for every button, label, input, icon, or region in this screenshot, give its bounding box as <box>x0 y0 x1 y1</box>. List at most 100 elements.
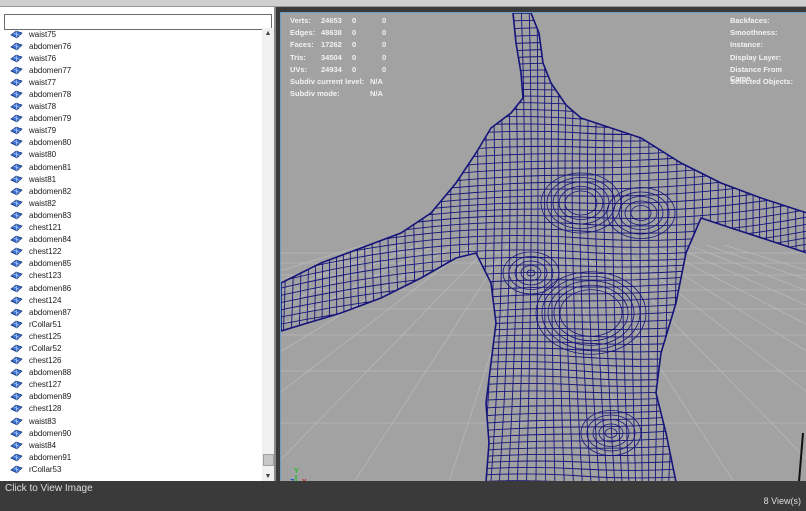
list-item[interactable]: abdomen84 <box>0 234 262 246</box>
list-item[interactable]: chest126 <box>0 355 262 367</box>
hud-stat-selected: 0 <box>352 28 357 38</box>
list-item[interactable]: abdomen77 <box>0 64 262 76</box>
list-item[interactable]: abdomen82 <box>0 185 262 197</box>
list-item-label: chest122 <box>29 247 62 257</box>
mesh-icon <box>10 90 23 99</box>
hud-stat-total: 34504 <box>321 52 342 62</box>
list-item[interactable]: abdomen91 <box>0 451 262 463</box>
list-item[interactable]: abdomen90 <box>0 427 262 439</box>
list-item-label: waist75 <box>29 29 57 39</box>
list-item[interactable]: waist75 <box>0 28 262 40</box>
axis-y-label: Y <box>294 468 299 475</box>
list-item[interactable]: waist79 <box>0 125 262 137</box>
mesh-icon <box>10 126 23 135</box>
list-item[interactable]: chest127 <box>0 379 262 391</box>
list-item-label: waist79 <box>29 126 57 136</box>
list-item[interactable]: waist76 <box>0 52 262 64</box>
list-item[interactable]: waist77 <box>0 76 262 88</box>
list-item[interactable]: abdomen80 <box>0 137 262 149</box>
mesh-icon <box>10 151 23 159</box>
list-item[interactable]: chest121 <box>0 222 262 234</box>
list-item[interactable]: abdomen76 <box>0 40 262 52</box>
list-item-label: abdomen79 <box>29 114 72 124</box>
list-item[interactable]: waist81 <box>0 173 262 185</box>
list-item-label: rCollar52 <box>29 343 62 353</box>
hud-stat-selected: 0 <box>352 52 357 62</box>
scroll-down-arrow-icon[interactable]: ▼ <box>262 471 274 481</box>
subdiv-mode-label: Subdiv mode: <box>290 89 340 99</box>
list-item[interactable]: abdomen88 <box>0 367 262 379</box>
list-item-label: abdomen80 <box>29 138 72 148</box>
list-item-label: abdomen88 <box>29 368 72 378</box>
mesh-icon <box>10 223 23 232</box>
mesh-icon <box>10 356 23 365</box>
list-item-label: abdomen86 <box>29 283 72 293</box>
list-item[interactable]: waist84 <box>0 439 262 451</box>
list-item[interactable]: waist83 <box>0 415 262 427</box>
mesh-icon <box>10 296 23 305</box>
hud-stat-total: 48638 <box>321 28 342 38</box>
list-item[interactable]: abdomen78 <box>0 88 262 100</box>
hud-stat-label: Edges: <box>290 28 316 38</box>
mesh-icon <box>10 344 23 353</box>
list-item[interactable]: waist78 <box>0 101 262 113</box>
hud-stat-extra: 0 <box>382 52 387 62</box>
subdiv-mode-value: N/A <box>370 89 383 99</box>
hud-stat-extra: 0 <box>382 64 387 74</box>
hud-stat-label: Verts: <box>290 16 311 25</box>
list-item[interactable]: chest122 <box>0 246 262 258</box>
scrollbar-thumb[interactable] <box>263 454 274 466</box>
top-toolbar-strip <box>0 0 806 7</box>
mesh-icon <box>10 332 23 341</box>
list-item[interactable]: abdomen89 <box>0 391 262 403</box>
mesh-icon <box>10 102 23 111</box>
list-item[interactable]: abdomen85 <box>0 258 262 270</box>
mesh-icon <box>10 405 23 413</box>
list-item[interactable]: abdomen79 <box>0 113 262 125</box>
hud-display-label: Distance From Came <box>730 64 783 83</box>
mesh-icon <box>10 187 23 196</box>
list-item-label: abdomen82 <box>29 186 72 196</box>
list-item-label: chest125 <box>29 331 62 341</box>
poly-count-hud: Verts: 24653 0 0 Edges: 48638 0 0 Faces: 17262 0 0 T… <box>290 16 402 101</box>
hud-display-label: Instance: <box>730 40 763 50</box>
list-item-label: abdomen89 <box>29 392 72 402</box>
hud-display-label: Display Layer: <box>730 52 782 62</box>
list-item[interactable]: abdomen81 <box>0 161 262 173</box>
view-image-link[interactable]: Click to View Image <box>5 483 93 494</box>
list-item-label: abdomen77 <box>29 65 72 75</box>
list-item-label: chest128 <box>29 404 62 414</box>
list-item[interactable]: rCollar51 <box>0 318 262 330</box>
mesh-icon <box>10 465 23 474</box>
mesh-icon <box>10 368 23 377</box>
hud-stat-extra: 0 <box>382 28 387 38</box>
scroll-up-arrow-icon[interactable]: ▲ <box>262 28 274 40</box>
3d-viewport[interactable]: Verts: 24653 0 0 Edges: 48638 0 0 Faces: 17262 0 0 T… <box>280 12 806 481</box>
image-footer: Click to View Image 8 View(s) <box>0 481 806 511</box>
outliner-list: waist75 abdomen76 waist76 abdomen77 waist77 a… <box>0 28 262 481</box>
list-item[interactable]: rCollar53 <box>0 463 262 475</box>
list-item[interactable]: abdomen83 <box>0 209 262 221</box>
outliner-scrollbar[interactable]: ▲ ▼ <box>262 28 274 481</box>
hud-stat-total: 24934 <box>321 64 342 74</box>
hud-stat-label: UVs: <box>290 64 308 74</box>
hud-stat-row: Verts: 24653 0 0 <box>290 16 402 28</box>
list-item[interactable]: chest124 <box>0 294 262 306</box>
list-item[interactable]: abdomen86 <box>0 282 262 294</box>
list-item[interactable]: abdomen87 <box>0 306 262 318</box>
mesh-icon <box>10 272 23 280</box>
mesh-icon <box>10 54 23 63</box>
list-item[interactable]: waist80 <box>0 149 262 161</box>
hud-stat-row: Tris: 34504 0 0 <box>290 53 402 65</box>
list-item[interactable]: chest128 <box>0 403 262 415</box>
hud-stat-selected: 0 <box>352 64 357 74</box>
list-item[interactable]: chest123 <box>0 270 262 282</box>
list-item[interactable]: rCollar52 <box>0 342 262 354</box>
list-item-label: abdomen84 <box>29 235 72 245</box>
subdiv-mode-row: Subdiv mode: N/A <box>290 89 402 101</box>
list-item[interactable]: waist82 <box>0 197 262 209</box>
list-item[interactable]: chest125 <box>0 330 262 342</box>
hud-stat-total: 17262 <box>321 40 342 50</box>
hud-display-label: Selected Objects: <box>730 76 793 86</box>
mesh-icon <box>10 175 23 184</box>
